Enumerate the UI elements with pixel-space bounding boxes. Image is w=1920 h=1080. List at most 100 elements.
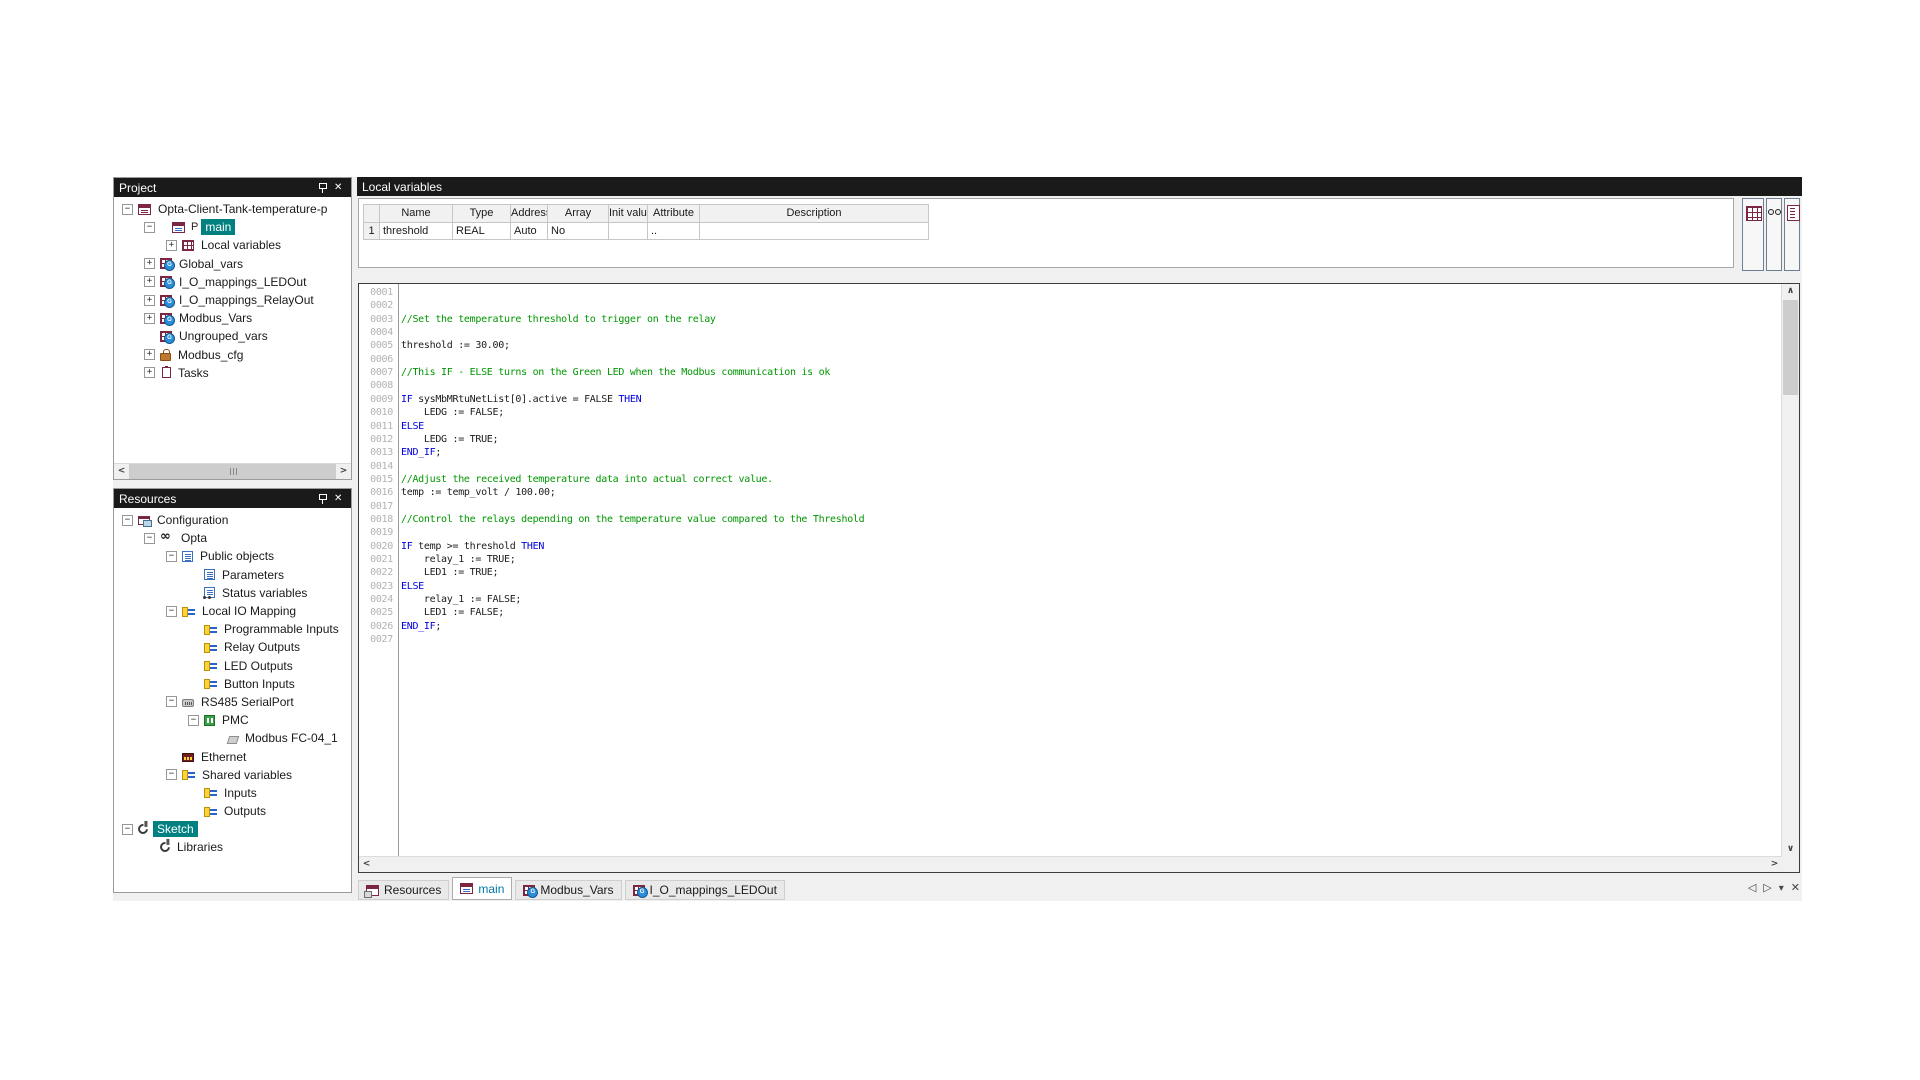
- cell-init_value[interactable]: [609, 223, 648, 240]
- tree-item-i-o-mappings-ledout[interactable]: +I_O_mappings_LEDOut: [114, 273, 351, 291]
- code-line-0008[interactable]: 0008: [359, 379, 1739, 392]
- editor-hscrollbar[interactable]: [359, 856, 1782, 872]
- cell-description[interactable]: [700, 223, 929, 240]
- code-line-0020[interactable]: 0020IF temp >= threshold THEN: [359, 540, 1739, 553]
- tree-item-opta-client-tank-temperature-p[interactable]: −Opta-Client-Tank-temperature-p: [114, 200, 351, 218]
- tree-item-modbus-fc-04-1[interactable]: Modbus FC-04_1: [114, 729, 351, 747]
- tree-item-local-variables[interactable]: +Local variables: [114, 236, 351, 254]
- tree-item-modbus-vars[interactable]: +Modbus_Vars: [114, 309, 351, 327]
- expander-icon[interactable]: +: [144, 276, 155, 287]
- tree-item-led-outputs[interactable]: LED Outputs: [114, 657, 351, 675]
- close-tab-icon[interactable]: [1791, 882, 1800, 895]
- code-line-0023[interactable]: 0023ELSE: [359, 580, 1739, 593]
- code-line-0018[interactable]: 0018//Control the relays depending on th…: [359, 513, 1739, 526]
- column-header-init-value[interactable]: Init value: [609, 205, 648, 223]
- close-icon[interactable]: [332, 181, 346, 195]
- text-view-button[interactable]: [1784, 198, 1800, 271]
- cell-name[interactable]: threshold: [380, 223, 453, 240]
- tab-resources[interactable]: Resources: [358, 880, 449, 900]
- code-line-0004[interactable]: 0004: [359, 326, 1739, 339]
- tree-item-relay-outputs[interactable]: Relay Outputs: [114, 638, 351, 656]
- grid-view-button[interactable]: [1742, 198, 1764, 271]
- code-line-0006[interactable]: 0006: [359, 353, 1739, 366]
- tree-item-rs485-serialport[interactable]: −RS485 SerialPort: [114, 693, 351, 711]
- scroll-left-icon[interactable]: [359, 857, 374, 872]
- tab-modbus-vars[interactable]: Modbus_Vars: [515, 880, 621, 900]
- code-line-0022[interactable]: 0022 LED1 := TRUE;: [359, 566, 1739, 579]
- cell-address[interactable]: Auto: [511, 223, 548, 240]
- expander-icon[interactable]: −: [122, 515, 133, 526]
- code-editor[interactable]: 000100020003//Set the temperature thresh…: [358, 283, 1800, 873]
- expander-icon[interactable]: −: [166, 551, 177, 562]
- column-header-attribute[interactable]: Attribute: [648, 205, 700, 223]
- tree-item-configuration[interactable]: −Configuration: [114, 511, 351, 529]
- code-line-0002[interactable]: 0002: [359, 299, 1739, 312]
- cell-num[interactable]: 1: [364, 223, 380, 240]
- pin-icon[interactable]: [316, 492, 330, 506]
- tree-item-button-inputs[interactable]: Button Inputs: [114, 675, 351, 693]
- tree-item-programmable-inputs[interactable]: Programmable Inputs: [114, 620, 351, 638]
- expander-icon[interactable]: +: [144, 367, 155, 378]
- code-line-0026[interactable]: 0026END_IF;: [359, 620, 1739, 633]
- row-number-header[interactable]: [364, 205, 380, 223]
- scrollbar-thumb[interactable]: [1783, 300, 1798, 395]
- scroll-up-icon[interactable]: [1783, 284, 1798, 299]
- close-icon[interactable]: [332, 492, 346, 506]
- tab-menu-icon[interactable]: [1779, 882, 1784, 895]
- expander-icon[interactable]: −: [144, 533, 155, 544]
- expander-icon[interactable]: −: [166, 696, 177, 707]
- tab-main[interactable]: main: [452, 877, 512, 900]
- expander-icon[interactable]: −: [122, 204, 133, 215]
- code-line-0014[interactable]: 0014: [359, 460, 1739, 473]
- code-line-0016[interactable]: 0016temp := temp_volt / 100.00;: [359, 486, 1739, 499]
- editor-vscrollbar[interactable]: [1781, 284, 1799, 857]
- tree-item-pmc[interactable]: −PMC: [114, 711, 351, 729]
- code-line-0021[interactable]: 0021 relay_1 := TRUE;: [359, 553, 1739, 566]
- expander-icon[interactable]: −: [166, 769, 177, 780]
- code-line-0024[interactable]: 0024 relay_1 := FALSE;: [359, 593, 1739, 606]
- tree-item-sketch[interactable]: −Sketch: [114, 820, 351, 838]
- code-line-0007[interactable]: 0007//This IF - ELSE turns on the Green …: [359, 366, 1739, 379]
- cell-array[interactable]: No: [548, 223, 609, 240]
- code-line-0013[interactable]: 0013END_IF;: [359, 446, 1739, 459]
- expander-icon[interactable]: +: [144, 295, 155, 306]
- expander-icon[interactable]: +: [166, 240, 177, 251]
- tree-item-status-variables[interactable]: Status variables: [114, 584, 351, 602]
- tree-item-outputs[interactable]: Outputs: [114, 802, 351, 820]
- code-line-0025[interactable]: 0025 LED1 := FALSE;: [359, 606, 1739, 619]
- expander-icon[interactable]: +: [144, 258, 155, 269]
- tree-item-main[interactable]: −Pmain: [114, 218, 351, 236]
- tree-item-local-io-mapping[interactable]: −Local IO Mapping: [114, 602, 351, 620]
- pin-icon[interactable]: [316, 181, 330, 195]
- scrollbar-thumb[interactable]: [129, 464, 336, 479]
- tree-item-tasks[interactable]: +Tasks: [114, 364, 351, 382]
- scroll-right-icon[interactable]: [1767, 857, 1782, 872]
- code-line-0012[interactable]: 0012 LEDG := TRUE;: [359, 433, 1739, 446]
- expander-icon[interactable]: −: [188, 715, 199, 726]
- watch-view-button[interactable]: [1766, 198, 1782, 271]
- expander-icon[interactable]: +: [144, 313, 155, 324]
- code-line-0010[interactable]: 0010 LEDG := FALSE;: [359, 406, 1739, 419]
- scroll-left-icon[interactable]: [114, 464, 129, 479]
- project-hscrollbar[interactable]: [114, 463, 351, 479]
- tree-item-opta[interactable]: −Opta: [114, 529, 351, 547]
- code-line-0011[interactable]: 0011ELSE: [359, 420, 1739, 433]
- code-line-0003[interactable]: 0003//Set the temperature threshold to t…: [359, 313, 1739, 326]
- cell-type[interactable]: REAL: [453, 223, 511, 240]
- tree-item-inputs[interactable]: Inputs: [114, 784, 351, 802]
- code-line-0015[interactable]: 0015//Adjust the received temperature da…: [359, 473, 1739, 486]
- table-row[interactable]: 1thresholdREALAutoNo..: [364, 223, 929, 240]
- code-line-0027[interactable]: 0027: [359, 633, 1739, 646]
- tree-item-global-vars[interactable]: +Global_vars: [114, 255, 351, 273]
- tree-item-modbus-cfg[interactable]: +Modbus_cfg: [114, 346, 351, 364]
- tree-item-ethernet[interactable]: Ethernet: [114, 747, 351, 765]
- expander-icon[interactable]: −: [144, 222, 155, 233]
- tree-item-i-o-mappings-relayout[interactable]: +I_O_mappings_RelayOut: [114, 291, 351, 309]
- code-line-0009[interactable]: 0009IF sysMbMRtuNetList[0].active = FALS…: [359, 393, 1739, 406]
- expander-icon[interactable]: +: [144, 349, 155, 360]
- column-header-address[interactable]: Address: [511, 205, 548, 223]
- scroll-right-icon[interactable]: [336, 464, 351, 479]
- column-header-type[interactable]: Type: [453, 205, 511, 223]
- code-line-0001[interactable]: 0001: [359, 286, 1739, 299]
- nav-forward-icon[interactable]: [1763, 882, 1771, 895]
